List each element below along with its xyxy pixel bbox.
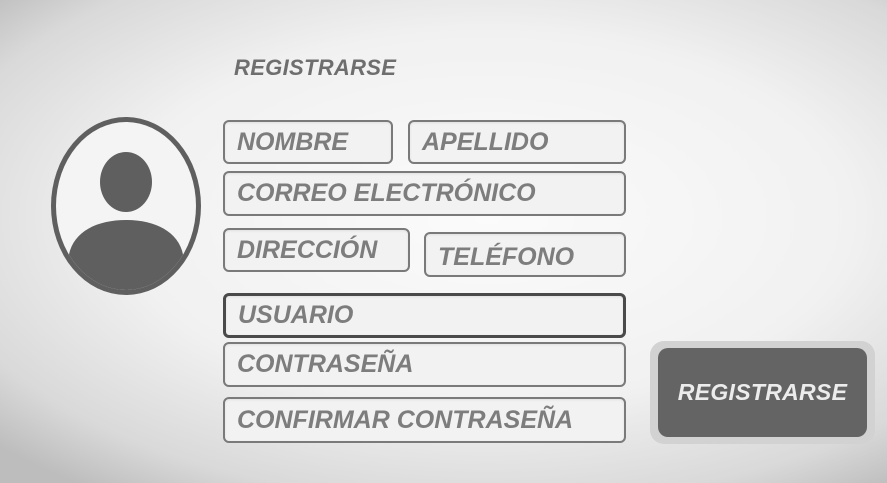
apellido-field[interactable]: APELLIDO bbox=[408, 120, 626, 164]
correo-electronico-field[interactable]: CORREO ELECTRÓNICO bbox=[223, 171, 626, 216]
confirmar-contrasena-field[interactable]: CONFIRMAR CONTRASEÑA bbox=[223, 397, 626, 443]
nombre-field-label: NOMBRE bbox=[237, 127, 349, 156]
user-silhouette-icon bbox=[68, 152, 184, 290]
usuario-field-label: USUARIO bbox=[238, 301, 354, 329]
direccion-field-label: DIRECCIÓN bbox=[237, 235, 378, 264]
avatar[interactable] bbox=[51, 117, 201, 295]
contrasena-field-label: CONTRASEÑA bbox=[237, 350, 414, 378]
usuario-field[interactable]: USUARIO bbox=[223, 293, 626, 338]
page-title: REGISTRARSE bbox=[234, 55, 397, 80]
contrasena-field[interactable]: CONTRASEÑA bbox=[223, 342, 626, 387]
telefono-field-label: TELÉFONO bbox=[438, 243, 575, 271]
correo-field-label: CORREO ELECTRÓNICO bbox=[237, 179, 536, 207]
confirmar-contrasena-field-label: CONFIRMAR CONTRASEÑA bbox=[237, 405, 574, 434]
telefono-field[interactable]: TELÉFONO bbox=[424, 232, 626, 277]
apellido-field-label: APELLIDO bbox=[422, 127, 549, 156]
register-button[interactable]: REGISTRARSE bbox=[658, 348, 867, 437]
nombre-field[interactable]: NOMBRE bbox=[223, 120, 393, 164]
register-button-frame: REGISTRARSE bbox=[650, 341, 875, 444]
direccion-field[interactable]: DIRECCIÓN bbox=[223, 228, 410, 272]
